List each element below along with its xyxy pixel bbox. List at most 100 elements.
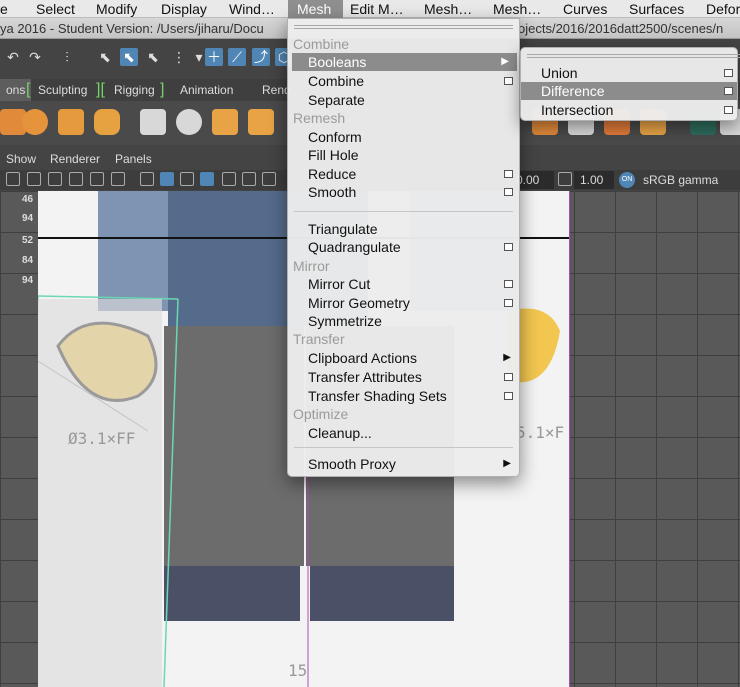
menu-item-fill-hole[interactable]: Fill Hole — [288, 146, 519, 164]
option-box-icon[interactable] — [724, 106, 733, 114]
tab-sculpting[interactable]: Sculpting — [32, 79, 93, 101]
menu-item-conform[interactable]: Conform — [288, 128, 519, 146]
select-by-component-icon[interactable]: ⬉ — [144, 48, 162, 66]
menu-item-smooth[interactable]: Smooth — [288, 183, 519, 201]
option-box-icon[interactable] — [504, 170, 513, 178]
option-box-icon[interactable] — [724, 69, 733, 77]
section-header-mirror: Mirror — [293, 258, 330, 274]
menu-item-combine[interactable]: Combine — [288, 72, 519, 90]
window-title-left: ya 2016 - Student Version: /Users/jiharu… — [0, 21, 264, 36]
option-box-icon[interactable] — [504, 299, 513, 307]
menu-item-clipboard-actions[interactable]: Clipboard Actions ▶ — [288, 349, 519, 367]
color-space-label[interactable]: sRGB gamma — [643, 171, 718, 189]
menu-item-booleans[interactable]: Booleans ▶ — [292, 53, 517, 71]
snap-to-grid-icon[interactable]: ＋ — [205, 48, 223, 66]
poly-cylinder-icon[interactable] — [94, 109, 120, 135]
submenu-arrow-icon: ▶ — [503, 458, 511, 469]
ambient-occlusion-icon[interactable] — [262, 172, 276, 186]
use-all-lights-icon[interactable] — [222, 172, 236, 186]
bookmarks-icon[interactable] — [48, 172, 62, 186]
gamma-field[interactable]: 1.00 — [574, 171, 614, 189]
poly-cone-icon[interactable] — [58, 109, 84, 135]
submenu-arrow-icon: ▶ — [501, 56, 509, 67]
lock-selection-icon[interactable]: ⋮ — [170, 48, 188, 66]
section-header-remesh: Remesh — [293, 110, 346, 126]
combine-icon[interactable] — [140, 109, 166, 135]
menu-curves[interactable]: Curves — [563, 0, 607, 18]
option-box-icon[interactable] — [504, 392, 513, 400]
wireframe-on-shaded-icon[interactable] — [180, 172, 194, 186]
menu-mesh-tools[interactable]: Mesh… — [424, 0, 472, 18]
smooth-icon[interactable] — [248, 109, 274, 135]
panel-menu-renderer[interactable]: Renderer — [50, 150, 100, 168]
menu-item-separate[interactable]: Separate — [288, 91, 519, 109]
menu-surfaces[interactable]: Surfaces — [629, 0, 684, 18]
menu-edit-mesh[interactable]: Edit M… — [350, 0, 404, 18]
shadows-icon[interactable] — [242, 172, 256, 186]
menu-display[interactable]: Display — [161, 0, 207, 18]
menu-item-smooth-proxy[interactable]: Smooth Proxy ▶ — [288, 455, 519, 473]
row-label: 46 — [22, 194, 34, 205]
option-box-icon[interactable] — [504, 243, 513, 251]
textured-icon[interactable] — [200, 172, 214, 186]
gamma-icon[interactable] — [558, 172, 572, 186]
redo-icon[interactable]: ↷ — [26, 48, 44, 66]
smooth-shade-icon[interactable] — [160, 172, 174, 186]
snap-toggle-icon[interactable]: ⫶ — [58, 48, 76, 66]
snap-to-curve-icon[interactable]: ⟋ — [228, 48, 246, 66]
film-gate-icon[interactable] — [111, 172, 125, 186]
booleans-submenu: Union Difference Intersection — [520, 47, 740, 121]
panel-menu-panels[interactable]: Panels — [115, 150, 152, 168]
tab-animation[interactable]: Animation — [174, 79, 239, 101]
menu-item-triangulate[interactable]: Triangulate — [288, 220, 519, 238]
menu-item-quadrangulate[interactable]: Quadrangulate — [288, 238, 519, 256]
tear-off-handle[interactable] — [527, 54, 740, 58]
menu-item-reduce[interactable]: Reduce — [288, 165, 519, 183]
bracket-icon: [ — [26, 81, 31, 98]
row-label: 84 — [22, 255, 34, 266]
wireframe-icon[interactable] — [140, 172, 154, 186]
section-header-optimize: Optimize — [293, 406, 349, 422]
extract-icon[interactable] — [212, 109, 238, 135]
select-by-hierarchy-icon[interactable]: ⬉ — [96, 48, 114, 66]
submenu-item-union[interactable]: Union — [521, 64, 737, 82]
option-box-icon[interactable] — [504, 188, 513, 196]
menu-item-mirror-geometry[interactable]: Mirror Geometry — [288, 294, 519, 312]
menu-deform[interactable]: Defor — [706, 0, 740, 18]
option-box-icon[interactable] — [724, 87, 733, 95]
separate-icon[interactable] — [176, 109, 202, 135]
undo-icon[interactable]: ↶ — [4, 48, 22, 66]
section-header-combine: Combine — [293, 36, 350, 52]
menu-item-symmetrize[interactable]: Symmetrize — [288, 312, 519, 330]
menu-item-mirror-cut[interactable]: Mirror Cut — [288, 275, 519, 293]
image-plane-icon[interactable] — [69, 172, 83, 186]
select-camera-icon[interactable] — [6, 172, 20, 186]
menu-file-partial[interactable]: e — [0, 0, 8, 18]
menu-mesh[interactable]: Mesh — [288, 0, 343, 18]
poly-torus-icon[interactable] — [22, 109, 48, 135]
submenu-item-intersection[interactable]: Intersection — [521, 101, 737, 119]
tab-rigging[interactable]: Rigging — [108, 79, 161, 101]
bracket-icon: ][ — [96, 81, 105, 98]
option-box-icon[interactable] — [504, 77, 513, 85]
grid-icon[interactable] — [90, 172, 104, 186]
app-menu-bar: e Select Modify Display Wind… Mesh Edit … — [0, 0, 740, 18]
row-label: 94 — [22, 213, 34, 224]
tear-off-handle[interactable] — [294, 25, 513, 29]
submenu-item-difference[interactable]: Difference — [521, 82, 737, 100]
option-box-icon[interactable] — [504, 373, 513, 381]
panel-menu-show[interactable]: Show — [6, 150, 36, 168]
menu-modify[interactable]: Modify — [96, 0, 137, 18]
menu-item-cleanup[interactable]: Cleanup... — [288, 424, 519, 442]
menu-mesh-display[interactable]: Mesh… — [493, 0, 541, 18]
row-label: 94 — [22, 275, 34, 286]
select-by-object-icon[interactable]: ⬉ — [120, 48, 138, 66]
menu-item-transfer-shading-sets[interactable]: Transfer Shading Sets — [288, 387, 519, 405]
menu-windows[interactable]: Wind… — [229, 0, 275, 18]
menu-select[interactable]: Select — [36, 0, 75, 18]
menu-item-transfer-attributes[interactable]: Transfer Attributes — [288, 368, 519, 386]
snap-to-point-icon[interactable]: ⤴ — [252, 48, 270, 66]
color-management-toggle[interactable]: ON — [619, 172, 635, 188]
camera-attributes-icon[interactable] — [27, 172, 41, 186]
option-box-icon[interactable] — [504, 280, 513, 288]
